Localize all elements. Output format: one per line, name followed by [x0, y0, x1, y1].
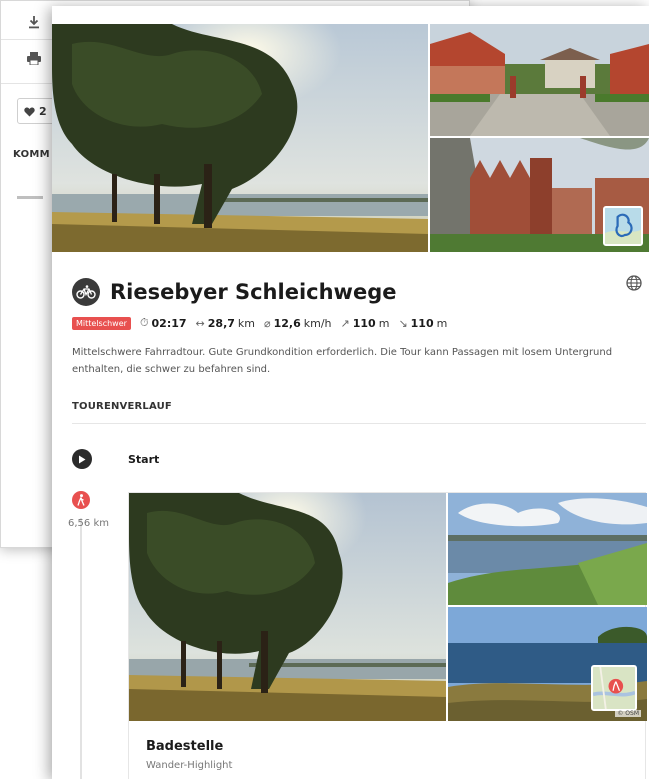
ascent-unit: m — [378, 316, 390, 330]
waypoint-distance: 6,56 km — [68, 518, 109, 529]
print-icon[interactable] — [25, 49, 43, 67]
tour-card: Riesebyer Schleichwege Mittelschwer ⏱ 02… — [52, 6, 649, 779]
tour-title: Riesebyer Schleichwege — [110, 280, 397, 304]
like-count: 2 — [39, 104, 47, 118]
comments-heading: KOMM — [13, 149, 50, 160]
descent-value: 110 — [410, 316, 434, 330]
difficulty-badge: Mittelschwer — [72, 316, 131, 330]
download-icon[interactable] — [25, 13, 43, 31]
hero-image-lake-tree[interactable] — [52, 24, 428, 252]
waypoint-gallery[interactable]: © OSM — [129, 493, 647, 721]
route-map-thumbnail[interactable] — [603, 206, 643, 246]
distance-value: 28,7 — [207, 316, 235, 330]
duration-value: 02:17 — [151, 316, 187, 330]
distance-unit: km — [237, 316, 255, 330]
descent-icon: ↘ — [398, 316, 408, 330]
section-divider — [72, 423, 646, 424]
ascent-value: 110 — [352, 316, 376, 330]
bike-icon — [72, 278, 100, 306]
timeline-line — [80, 518, 82, 779]
waypoint-map-thumbnail[interactable] — [591, 665, 637, 711]
bg-logo — [17, 196, 43, 199]
duration-stat: ⏱ 02:17 — [140, 316, 187, 330]
play-icon — [72, 449, 92, 469]
ascent-stat: ↗ 110 m — [341, 317, 390, 330]
speed-stat: ⌀ 12,6 km/h — [264, 317, 332, 330]
waypoint-image-tree[interactable] — [129, 493, 446, 721]
route-heading: TOURENVERLAUF — [72, 401, 172, 412]
distance-icon: ↔ — [195, 316, 205, 330]
speed-unit: km/h — [303, 316, 332, 330]
distance-stat: ↔ 28,7 km — [196, 317, 255, 330]
heart-icon — [24, 102, 35, 121]
waypoint-subtitle: Wander-Highlight — [146, 760, 233, 771]
like-button[interactable]: 2 — [17, 98, 57, 124]
ascent-icon: ↗ — [340, 316, 350, 330]
globe-icon[interactable] — [625, 274, 643, 292]
descent-stat: ↘ 110 m — [398, 317, 447, 330]
map-credit: © OSM — [615, 710, 641, 717]
hiker-icon — [72, 491, 90, 509]
speed-value: 12,6 — [273, 316, 301, 330]
hero-image-church[interactable] — [430, 138, 649, 252]
hero-gallery[interactable] — [52, 24, 649, 252]
waypoint-title: Badestelle — [146, 739, 224, 754]
waypoint-image-shore[interactable] — [448, 493, 647, 605]
tour-description: Mittelschwere Fahrradtour. Gute Grundkon… — [72, 347, 613, 375]
speed-icon: ⌀ — [264, 316, 271, 330]
waypoint-image-bay[interactable]: © OSM — [448, 607, 647, 721]
hero-image-manor[interactable] — [430, 24, 649, 136]
waypoint-card[interactable]: © OSM Badestelle Wander-Highlight — [128, 492, 647, 779]
tour-stats: Mittelschwer ⏱ 02:17 ↔ 28,7 km ⌀ 12,6 km… — [72, 316, 447, 330]
stopwatch-icon: ⏱ — [139, 316, 149, 329]
tour-header: Riesebyer Schleichwege — [72, 278, 396, 306]
start-label: Start — [128, 453, 160, 466]
descent-unit: m — [436, 316, 448, 330]
